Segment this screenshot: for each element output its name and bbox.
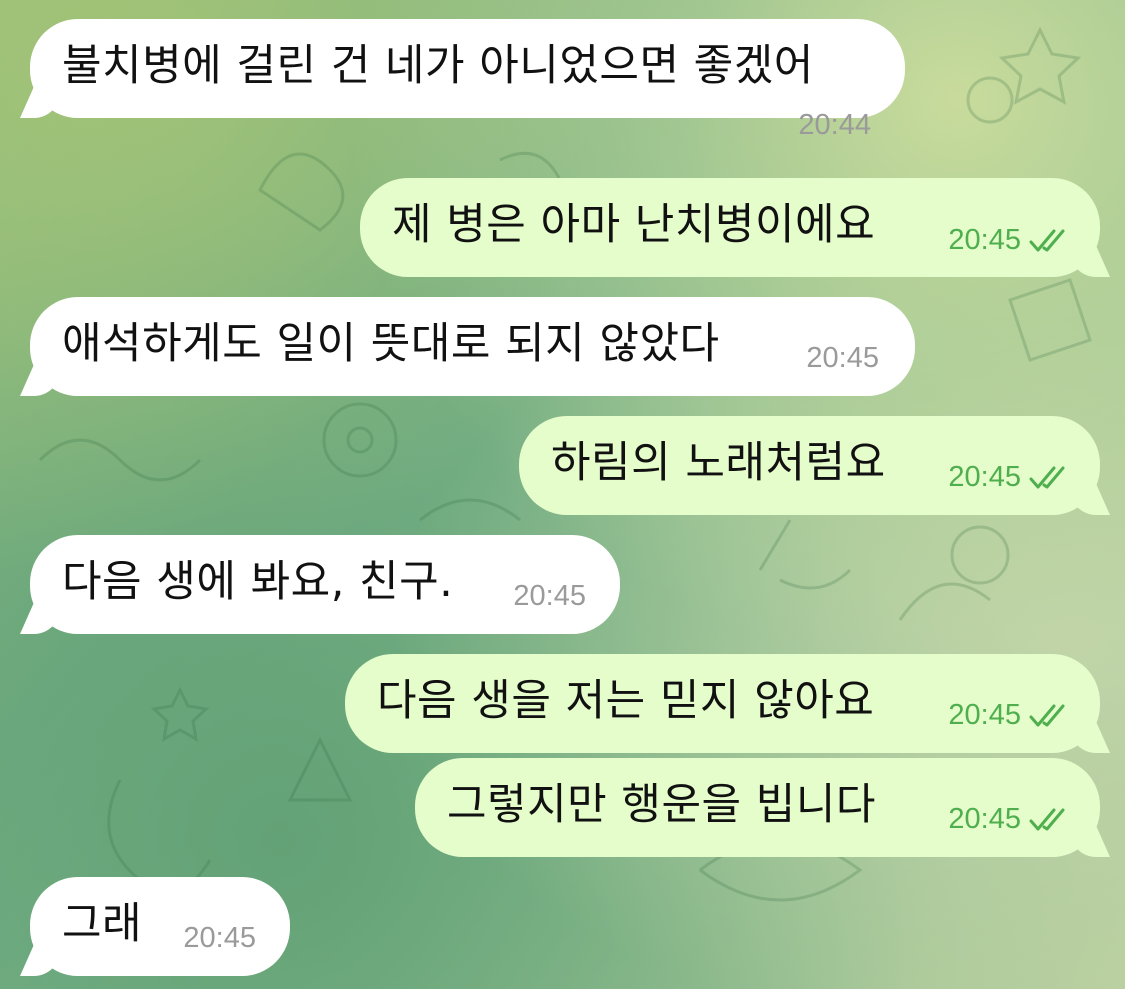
message-timestamp: 20:44	[798, 109, 871, 141]
message-timestamp: 20:45	[513, 580, 586, 612]
double-check-icon	[1029, 229, 1065, 252]
message-bubble-incoming[interactable]: 다음 생에 봐요, 친구. 20:45	[30, 535, 620, 634]
double-check-icon	[1029, 704, 1065, 727]
message-timestamp: 20:45	[806, 342, 879, 374]
message-text: 하림의 노래처럼요	[551, 438, 886, 488]
message-bubble-incoming[interactable]: 불치병에 걸린 건 네가 아니었으면 좋겠어 20:44	[30, 19, 905, 140]
double-check-icon	[1029, 808, 1065, 831]
message-bubble-outgoing[interactable]: 제 병은 아마 난치병이에요 20:45	[360, 178, 1100, 277]
message-bubble-outgoing[interactable]: 그렇지만 행운을 빕니다 20:45	[415, 758, 1100, 857]
message-text: 다음 생을 저는 믿지 않아요	[377, 676, 875, 726]
message-bubble-incoming[interactable]: 그래 20:45	[30, 877, 290, 976]
message-text: 제 병은 아마 난치병이에요	[392, 200, 876, 250]
double-check-icon	[1029, 466, 1065, 489]
message-timestamp: 20:45	[948, 803, 1021, 835]
message-timestamp: 20:45	[948, 224, 1021, 256]
message-bubble-outgoing[interactable]: 하림의 노래처럼요 20:45	[519, 416, 1100, 515]
message-bubble-incoming[interactable]: 애석하게도 일이 뜻대로 되지 않았다 20:45	[30, 297, 915, 396]
message-text: 불치병에 걸린 건 네가 아니었으면 좋겠어	[62, 41, 814, 91]
message-text: 애석하게도 일이 뜻대로 되지 않았다	[62, 319, 720, 369]
message-timestamp: 20:45	[948, 699, 1021, 731]
message-text: 다음 생에 봐요, 친구.	[62, 557, 454, 607]
message-text: 그래	[62, 899, 143, 949]
message-timestamp: 20:45	[183, 922, 256, 954]
message-timestamp: 20:45	[948, 461, 1021, 493]
message-bubble-outgoing[interactable]: 다음 생을 저는 믿지 않아요 20:45	[345, 654, 1100, 753]
message-text: 그렇지만 행운을 빕니다	[447, 780, 876, 830]
